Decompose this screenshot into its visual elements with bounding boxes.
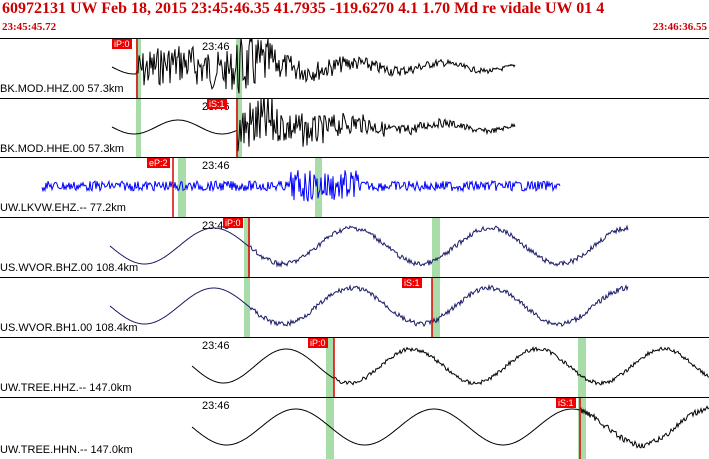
seismic-trace <box>41 170 561 202</box>
trace-panel[interactable]: 23:46 iP:0 US.WVOR.BHZ.00 108.4km <box>0 217 709 277</box>
seismic-trace <box>111 39 516 94</box>
seismic-trace <box>109 224 629 268</box>
s-window-band <box>578 338 586 397</box>
time-mark: 23:46 <box>202 160 230 172</box>
time-mark: 23:46 <box>202 400 230 412</box>
phase-pick-label[interactable]: iS:1 <box>556 398 576 408</box>
p-window-band <box>244 278 250 337</box>
s-window-band <box>315 158 322 217</box>
header: 60972131 UW Feb 18, 2015 23:45:46.35 41.… <box>0 0 709 36</box>
event-title: 60972131 UW Feb 18, 2015 23:45:46.35 41.… <box>2 0 605 17</box>
time-mark: 23:46 <box>202 41 230 53</box>
end-time: 23:46:36.55 <box>652 21 707 33</box>
phase-pick-label[interactable]: iS:1 <box>207 99 227 109</box>
seismic-trace <box>191 405 709 449</box>
s-window-band <box>432 218 440 277</box>
seismic-trace <box>191 345 709 386</box>
trace-panel[interactable]: iS:1 US.WVOR.BH1.00 108.4km <box>0 277 709 337</box>
p-window-band <box>136 99 141 158</box>
trace-label: UW.TREE.HHZ.-- 147.0km <box>0 382 132 394</box>
trace-panel[interactable]: 23:46iS:1BK.MOD.HHE.00 57.3km <box>0 98 709 158</box>
phase-pick-label[interactable]: iP:0 <box>112 39 132 49</box>
s-window-band <box>578 398 586 459</box>
trace-label: BK.MOD.HHZ.00 57.3km <box>0 83 124 95</box>
trace-panel[interactable]: 23:46 iP:0 BK.MOD.HHZ.00 57.3km <box>0 38 709 98</box>
seismic-trace <box>109 283 629 328</box>
phase-pick-label[interactable]: iP:0 <box>223 218 243 228</box>
trace-label: US.WVOR.BH1.00 108.4km <box>0 322 138 334</box>
start-time: 23:45:45.72 <box>2 21 57 33</box>
trace-panel[interactable]: 23:46 eP:2 UW.LKVW.EHZ.-- 77.2km <box>0 157 709 217</box>
seismic-trace <box>111 99 516 152</box>
trace-label: US.WVOR.BHZ.00 108.4km <box>0 262 139 274</box>
phase-pick-label[interactable]: iS:1 <box>402 278 422 288</box>
s-window-band <box>432 278 440 337</box>
time-mark: 23:46 <box>202 340 230 352</box>
phase-pick-label[interactable]: eP:2 <box>147 158 170 168</box>
trace-label: UW.TREE.HHN.-- 147.0km <box>0 444 133 456</box>
trace-panel[interactable]: 23:46 iP:0 UW.TREE.HHZ.-- 147.0km <box>0 337 709 397</box>
trace-panel[interactable]: 23:46 iS:1 UW.TREE.HHN.-- 147.0km <box>0 397 709 459</box>
trace-label: BK.MOD.HHE.00 57.3km <box>0 143 125 155</box>
trace-label: UW.LKVW.EHZ.-- 77.2km <box>0 202 126 214</box>
phase-pick-label[interactable]: iP:0 <box>308 338 328 348</box>
